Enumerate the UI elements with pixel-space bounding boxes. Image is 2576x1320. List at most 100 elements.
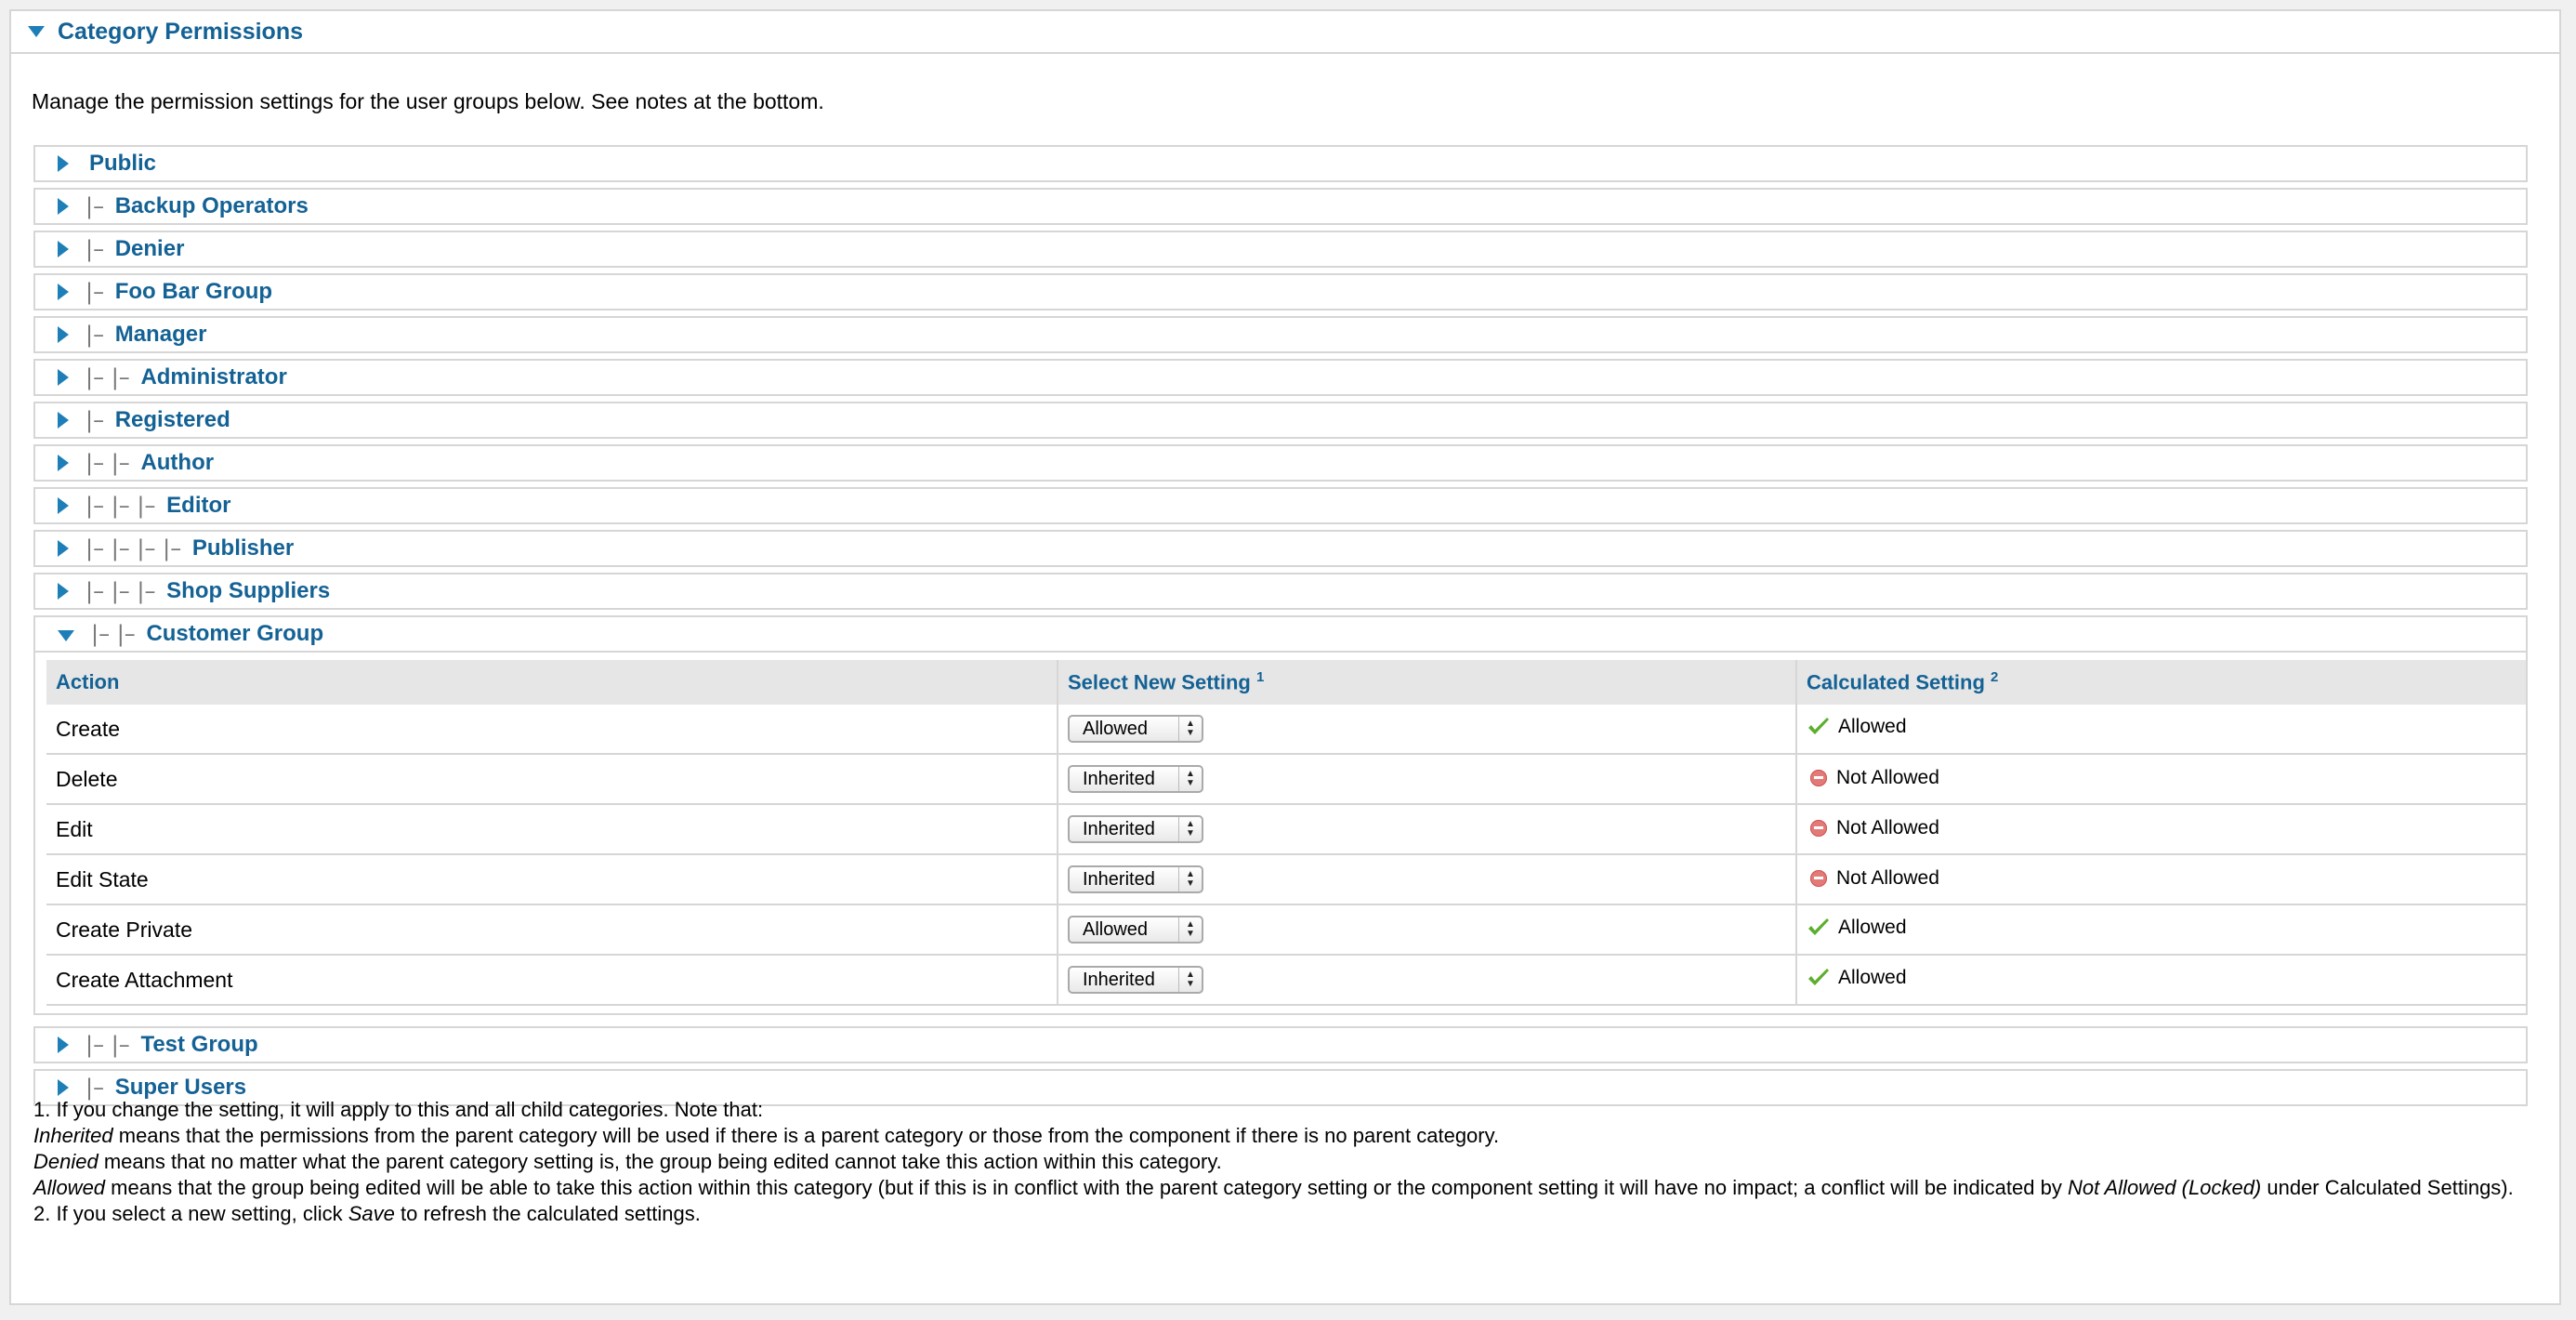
group-row[interactable]: |– |– Author xyxy=(33,444,2528,482)
group-name[interactable]: Customer Group xyxy=(146,621,323,647)
group-row[interactable]: |– Backup Operators xyxy=(33,188,2528,225)
tree-prefix: |– xyxy=(85,193,112,219)
panel-header[interactable]: Category Permissions xyxy=(11,11,2559,54)
select-cell: Inherited ▲ ▼ xyxy=(1058,754,1797,805)
select-cell: Inherited ▲ ▼ xyxy=(1058,804,1797,855)
setting-select[interactable]: Inherited ▲ ▼ xyxy=(1068,815,1203,844)
expand-triangle-icon[interactable] xyxy=(58,369,69,386)
group-name[interactable]: Shop Suppliers xyxy=(166,578,330,604)
group-row[interactable]: Public xyxy=(33,145,2528,182)
setting-select[interactable]: Allowed ▲ ▼ xyxy=(1068,715,1203,744)
group-row[interactable]: |– |– |– Editor xyxy=(33,487,2528,524)
setting-select[interactable]: Inherited ▲ ▼ xyxy=(1068,765,1203,794)
tree-prefix: |– |– xyxy=(91,621,143,647)
notes: 1. If you change the setting, it will ap… xyxy=(33,1097,2543,1227)
not-allowed-icon xyxy=(1810,769,1827,786)
calculated-cell: Allowed xyxy=(1796,955,2526,1006)
note-1: 1. If you change the setting, it will ap… xyxy=(33,1098,764,1121)
collapse-triangle-icon[interactable] xyxy=(28,26,45,37)
action-cell: Edit xyxy=(46,804,1058,855)
expand-triangle-icon[interactable] xyxy=(58,284,69,300)
group-name[interactable]: Registered xyxy=(115,407,230,433)
group-row[interactable]: |– Registered xyxy=(33,402,2528,439)
expand-triangle-icon[interactable] xyxy=(58,412,69,429)
group-row[interactable]: |– Manager xyxy=(33,316,2528,353)
group-row[interactable]: |– |– Test Group xyxy=(33,1026,2528,1063)
header-select-new-setting: Select New Setting 1 xyxy=(1058,660,1797,705)
setting-select[interactable]: Allowed ▲ ▼ xyxy=(1068,916,1203,944)
action-cell: Edit State xyxy=(46,854,1058,905)
action-cell: Create Attachment xyxy=(46,955,1058,1006)
panel-title[interactable]: Category Permissions xyxy=(58,19,303,46)
table-row: Create Private Allowed ▲ ▼ Allowed xyxy=(46,904,2526,956)
note-denied: Denied means that no matter what the par… xyxy=(33,1150,1222,1173)
tree-prefix: |– |– |– |– xyxy=(85,535,189,561)
note-allowed: Allowed means that the group being edite… xyxy=(33,1176,2514,1199)
group-name[interactable]: Editor xyxy=(166,493,230,519)
calculated-value: Allowed xyxy=(1838,715,1907,737)
table-row: Create Attachment Inherited ▲ ▼ Allowed xyxy=(46,955,2526,1006)
calculated-value: Allowed xyxy=(1838,916,1907,938)
select-cell: Allowed ▲ ▼ xyxy=(1058,904,1797,956)
tree-prefix: |– |– xyxy=(85,450,138,476)
group-name[interactable]: Author xyxy=(140,450,214,476)
select-arrows-icon: ▲ ▼ xyxy=(1178,867,1202,892)
setting-select[interactable]: Inherited ▲ ▼ xyxy=(1068,966,1203,995)
expand-triangle-icon[interactable] xyxy=(58,1079,69,1096)
group-row-customer-group[interactable]: |– |– Customer Group xyxy=(33,615,2528,653)
table-row: Edit Inherited ▲ ▼ Not Allowed xyxy=(46,804,2526,855)
expand-triangle-icon[interactable] xyxy=(58,455,69,471)
group-name[interactable]: Public xyxy=(89,151,156,177)
group-row[interactable]: |– Foo Bar Group xyxy=(33,273,2528,310)
group-row[interactable]: |– |– Administrator xyxy=(33,359,2528,396)
tree-prefix: |– xyxy=(85,236,112,262)
expand-triangle-icon[interactable] xyxy=(58,540,69,557)
check-icon xyxy=(1808,717,1829,734)
group-name[interactable]: Backup Operators xyxy=(115,193,309,219)
expand-triangle-icon[interactable] xyxy=(58,155,69,172)
check-icon xyxy=(1808,968,1829,985)
select-arrows-icon: ▲ ▼ xyxy=(1178,917,1202,943)
expand-triangle-icon[interactable] xyxy=(58,497,69,514)
group-name[interactable]: Administrator xyxy=(140,364,286,390)
calculated-cell: Allowed xyxy=(1796,904,2526,956)
select-arrows-icon: ▲ ▼ xyxy=(1178,968,1202,993)
table-row: Create Allowed ▲ ▼ Allowed xyxy=(46,705,2526,755)
calculated-value: Allowed xyxy=(1838,966,1907,988)
expand-triangle-icon[interactable] xyxy=(58,583,69,600)
expand-triangle-icon[interactable] xyxy=(58,1036,69,1053)
expand-triangle-icon[interactable] xyxy=(58,326,69,343)
calculated-cell: Not Allowed xyxy=(1796,804,2526,855)
action-cell: Delete xyxy=(46,754,1058,805)
expand-triangle-icon[interactable] xyxy=(58,198,69,215)
check-icon xyxy=(1808,917,1829,935)
action-cell: Create Private xyxy=(46,904,1058,956)
select-arrows-icon: ▲ ▼ xyxy=(1178,717,1202,742)
table-row: Delete Inherited ▲ ▼ Not Allowed xyxy=(46,754,2526,805)
calculated-cell: Allowed xyxy=(1796,705,2526,755)
header-calculated-setting: Calculated Setting 2 xyxy=(1796,660,2526,705)
group-row[interactable]: |– |– |– |– Publisher xyxy=(33,530,2528,567)
tree-prefix: |– |– |– xyxy=(85,493,164,519)
tree-prefix: |– |– xyxy=(85,1032,138,1058)
not-allowed-icon xyxy=(1810,869,1827,887)
permissions-table-container: Action Select New Setting 1 Calculated S… xyxy=(33,653,2528,1015)
group-row[interactable]: |– |– |– Shop Suppliers xyxy=(33,573,2528,610)
group-name[interactable]: Denier xyxy=(115,236,185,262)
not-allowed-icon xyxy=(1810,819,1827,837)
group-name[interactable]: Foo Bar Group xyxy=(115,279,272,305)
group-name[interactable]: Test Group xyxy=(140,1032,257,1058)
select-cell: Inherited ▲ ▼ xyxy=(1058,955,1797,1006)
intro-text: Manage the permission settings for the u… xyxy=(32,89,824,113)
table-row: Edit State Inherited ▲ ▼ Not Allowed xyxy=(46,854,2526,905)
select-arrows-icon: ▲ ▼ xyxy=(1178,767,1202,792)
group-name[interactable]: Manager xyxy=(115,322,207,348)
expanded-triangle-icon[interactable] xyxy=(58,630,74,641)
expand-triangle-icon[interactable] xyxy=(58,241,69,257)
calculated-cell: Not Allowed xyxy=(1796,754,2526,805)
tree-prefix: |– |– |– xyxy=(85,578,164,604)
setting-select[interactable]: Inherited ▲ ▼ xyxy=(1068,865,1203,894)
group-row[interactable]: |– Denier xyxy=(33,231,2528,268)
header-action: Action xyxy=(46,660,1058,705)
group-name[interactable]: Publisher xyxy=(192,535,294,561)
